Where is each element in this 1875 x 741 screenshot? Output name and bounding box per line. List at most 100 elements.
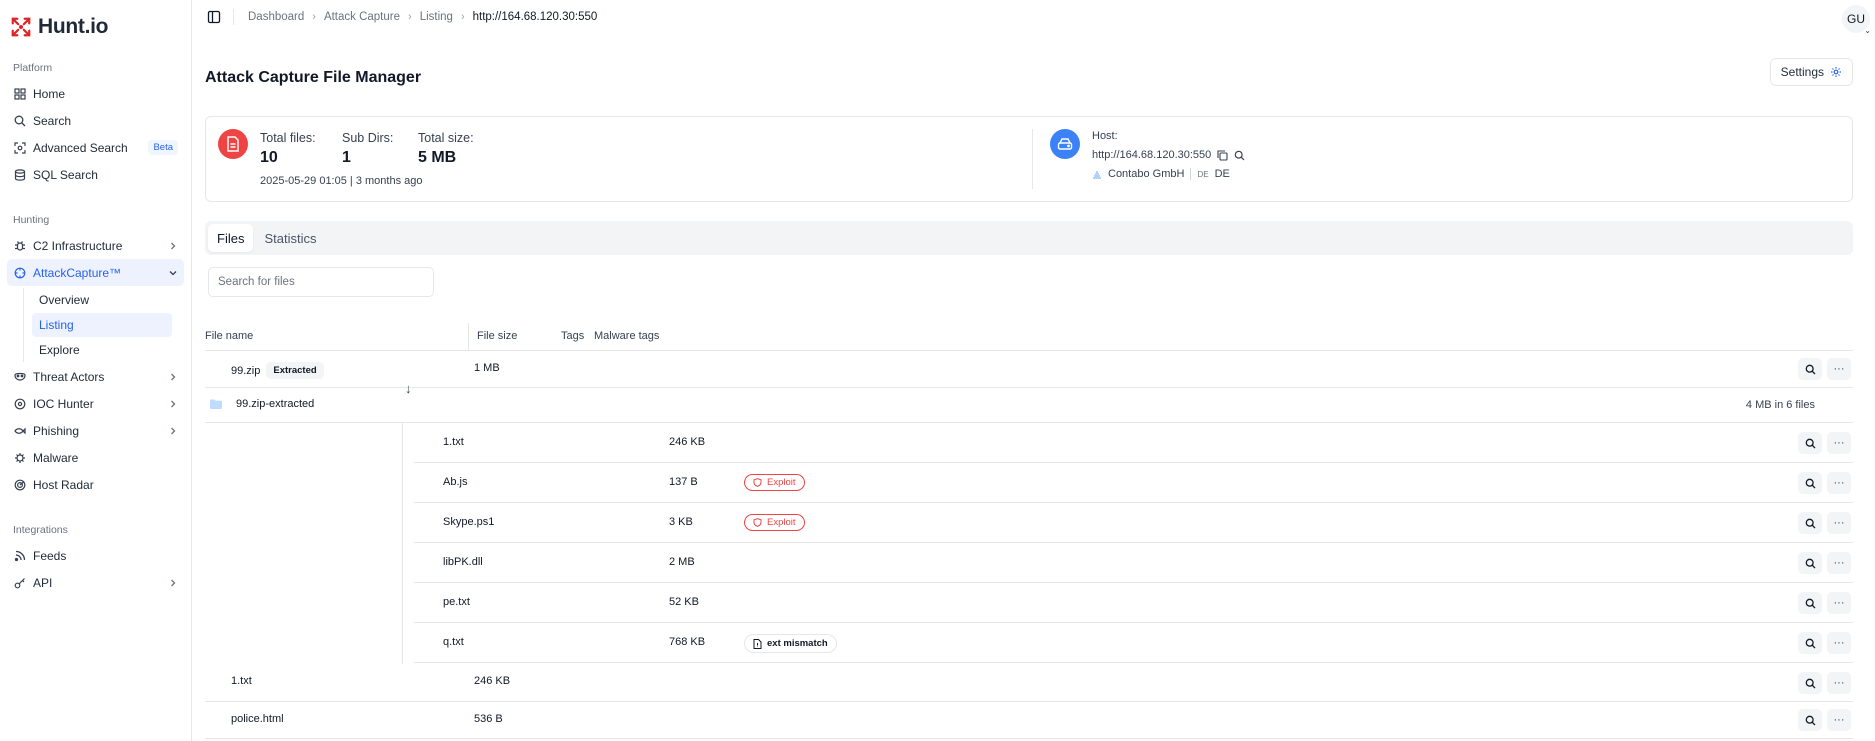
more-button[interactable]: ···	[1827, 709, 1851, 731]
copy-icon[interactable]	[1217, 149, 1228, 161]
brand-logo[interactable]: Hunt.io	[7, 14, 184, 40]
file-name[interactable]: Ab.js	[443, 476, 467, 488]
sidebar-toggle-icon[interactable]	[207, 10, 221, 24]
nav-threat-actors[interactable]: Threat Actors	[7, 363, 184, 390]
file-name[interactable]: 1.txt	[443, 436, 464, 448]
more-icon: ···	[1833, 637, 1845, 649]
table-row[interactable]: Skype.ps1 3 KB Exploit ···	[414, 503, 1853, 543]
file-name[interactable]: libPK.dll	[443, 556, 483, 568]
file-name[interactable]: Skype.ps1	[443, 516, 494, 528]
stat-label: Sub Dirs:	[342, 131, 394, 145]
search-icon[interactable]	[1234, 150, 1245, 161]
subnav-overview[interactable]: Overview	[32, 288, 172, 312]
file-name[interactable]: q.txt	[443, 636, 464, 648]
search-icon	[1805, 678, 1815, 688]
more-icon: ···	[1833, 517, 1845, 529]
breadcrumb-dashboard[interactable]: Dashboard	[248, 11, 304, 23]
divider	[1032, 129, 1033, 189]
host-meta: Contabo GmbH DE DE	[1092, 168, 1230, 180]
ext-mismatch-tag[interactable]: ext mismatch	[744, 634, 837, 653]
avatar[interactable]: GU ⌄	[1842, 5, 1871, 35]
inspect-button[interactable]	[1798, 472, 1822, 494]
table-row-folder[interactable]: 99.zip-extracted 4 MB in 6 files	[205, 388, 1853, 423]
divider	[233, 9, 234, 25]
chevron-right-icon	[171, 579, 176, 586]
nav-attackcapture[interactable]: AttackCapture™	[7, 259, 184, 286]
inspect-button[interactable]	[1798, 432, 1822, 454]
more-button[interactable]: ···	[1827, 432, 1851, 454]
more-icon: ···	[1833, 557, 1845, 569]
table-row[interactable]: 1.txt 246 KB ···	[205, 663, 1853, 702]
search-icon	[1805, 438, 1815, 448]
file-name[interactable]: pe.txt	[443, 596, 470, 608]
more-button[interactable]: ···	[1827, 472, 1851, 494]
file-name[interactable]: 99.zip	[231, 365, 260, 377]
grid-icon	[13, 87, 27, 101]
more-button[interactable]: ···	[1827, 552, 1851, 574]
nav-feeds[interactable]: Feeds	[7, 542, 184, 569]
more-button[interactable]: ···	[1827, 592, 1851, 614]
inspect-button[interactable]	[1798, 552, 1822, 574]
provider[interactable]: Contabo GmbH	[1108, 168, 1184, 180]
nav-sql-search[interactable]: SQL Search	[7, 161, 184, 188]
col-tags[interactable]: Tags	[561, 330, 584, 342]
nav-ioc-hunter[interactable]: IOC Hunter	[7, 390, 184, 417]
breadcrumb-attack-capture[interactable]: Attack Capture	[324, 11, 400, 23]
beta-badge: Beta	[148, 140, 178, 155]
col-file-name[interactable]: File name	[205, 330, 253, 342]
inspect-button[interactable]	[1798, 709, 1822, 731]
chevron-right-icon	[171, 427, 176, 434]
inspect-button[interactable]	[1798, 512, 1822, 534]
nav-home[interactable]: Home	[7, 80, 184, 107]
server-icon	[1050, 129, 1080, 159]
col-malware-tags[interactable]: Malware tags	[594, 330, 659, 342]
shield-icon	[753, 518, 762, 527]
table-row[interactable]: libPK.dll 2 MB ···	[414, 543, 1853, 583]
subnav-listing[interactable]: Listing	[32, 313, 172, 337]
file-size: 768 KB	[669, 636, 706, 648]
nav-phishing[interactable]: Phishing	[7, 417, 184, 444]
file-name[interactable]: 1.txt	[231, 675, 252, 687]
settings-button[interactable]: Settings	[1769, 58, 1853, 86]
table-row[interactable]: Ab.js 137 B Exploit ···	[414, 463, 1853, 503]
nav-malware[interactable]: Malware	[7, 444, 184, 471]
host-url[interactable]: http://164.68.120.30:550	[1092, 149, 1211, 161]
nav-host-radar[interactable]: Host Radar	[7, 471, 184, 498]
tab-files[interactable]: Files	[208, 224, 254, 252]
more-button[interactable]: ···	[1827, 358, 1851, 380]
exploit-tag[interactable]: Exploit	[744, 474, 805, 491]
table-header: File name File size Tags Malware tags	[205, 323, 1853, 351]
file-name[interactable]: police.html	[231, 713, 284, 725]
folder-name[interactable]: 99.zip-extracted	[236, 398, 314, 410]
chevron-right-icon	[171, 373, 176, 380]
file-icon	[218, 129, 248, 159]
stat-label: Total size:	[418, 131, 474, 145]
table-row[interactable]: police.html 536 B ···	[205, 702, 1853, 739]
nav-advanced-search[interactable]: Advanced Search Beta	[7, 134, 184, 161]
nav-c2-infrastructure[interactable]: C2 Infrastructure	[7, 232, 184, 259]
exploit-tag[interactable]: Exploit	[744, 514, 805, 531]
more-button[interactable]: ···	[1827, 632, 1851, 654]
more-button[interactable]: ···	[1827, 672, 1851, 694]
nav-search[interactable]: Search	[7, 107, 184, 134]
more-button[interactable]: ···	[1827, 512, 1851, 534]
table-row[interactable]: pe.txt 52 KB ···	[414, 583, 1853, 623]
file-search-input[interactable]	[208, 267, 434, 297]
file-size: 52 KB	[669, 596, 699, 608]
table-row[interactable]: 1.txt 246 KB ···	[414, 423, 1853, 463]
nav-api[interactable]: API	[7, 569, 184, 596]
tab-statistics[interactable]: Statistics	[255, 224, 325, 252]
inspect-button[interactable]	[1798, 672, 1822, 694]
breadcrumb-listing[interactable]: Listing	[420, 11, 453, 23]
inspect-button[interactable]	[1798, 358, 1822, 380]
inspect-button[interactable]	[1798, 632, 1822, 654]
attackcapture-submenu: Overview Listing Explore	[23, 288, 184, 362]
inspect-button[interactable]	[1798, 592, 1822, 614]
breadcrumb-current: http://164.68.120.30:550	[472, 11, 598, 23]
table-row[interactable]: q.txt 768 KB ext mismatch ···	[414, 623, 1853, 663]
col-file-size[interactable]: File size	[477, 330, 517, 342]
subnav-explore[interactable]: Explore	[32, 338, 172, 362]
cloud-icon	[1093, 171, 1101, 178]
file-warning-icon	[753, 638, 762, 649]
table-row[interactable]: 99.zip Extracted 1 MB ···	[205, 351, 1853, 388]
